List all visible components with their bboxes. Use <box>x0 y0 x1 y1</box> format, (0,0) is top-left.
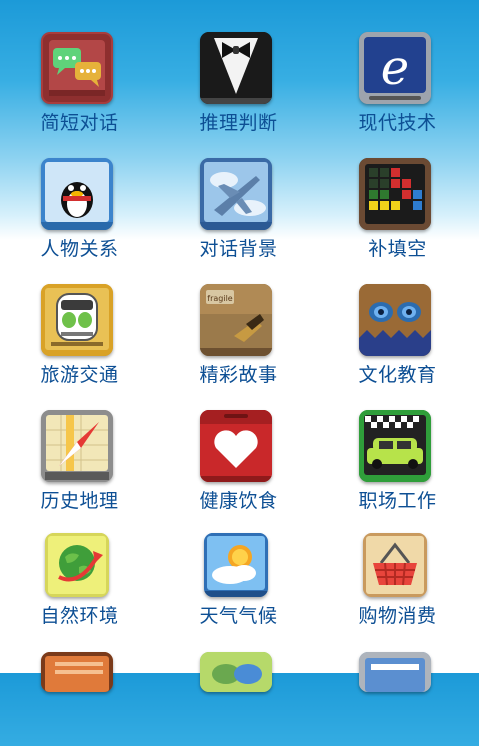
airplane-icon <box>200 158 272 230</box>
tile-culture-education[interactable]: 文化教育 <box>318 252 477 386</box>
internet-explorer-icon: e <box>359 32 431 104</box>
tile-fill-blanks[interactable]: 补填空 <box>318 126 477 260</box>
green-bubbles-icon <box>200 652 272 692</box>
notebook-icon <box>41 652 113 692</box>
globe-arrow-icon <box>45 533 109 597</box>
tuxedo-icon <box>200 32 272 104</box>
sun-cloud-icon <box>204 533 268 597</box>
storybox-icon: fragile <box>200 284 272 356</box>
tile-travel-transport[interactable]: 旅游交通 <box>0 252 159 386</box>
blue-window-icon <box>359 652 431 692</box>
compass-map-icon <box>41 410 113 482</box>
tile-partial-1[interactable] <box>0 620 159 746</box>
tile-relationships[interactable]: 人物关系 <box>0 126 159 260</box>
chat-bubbles-icon <box>41 32 113 104</box>
tile-workplace[interactable]: 职场工作 <box>318 378 477 512</box>
tile-brief-dialogue[interactable]: 简短对话 <box>0 0 159 134</box>
train-icon <box>41 284 113 356</box>
tile-healthy-diet[interactable]: 健康饮食 <box>159 378 318 512</box>
tile-shopping[interactable]: 购物消费 <box>318 505 477 631</box>
svg-text:e: e <box>381 40 409 96</box>
tile-reasoning[interactable]: 推理判断 <box>159 0 318 134</box>
taxi-icon <box>359 410 431 482</box>
tile-wonderful-stories[interactable]: fragile 精彩故事 <box>159 252 318 386</box>
owl-eyes-icon <box>359 284 431 356</box>
tile-nature-environment[interactable]: 自然环境 <box>0 505 159 631</box>
tile-weather-climate[interactable]: 天气气候 <box>159 505 318 631</box>
category-grid: 简短对话 推理判断 e 现代技术 人物关系 对话背景 补填空 旅游交通 frag… <box>0 0 479 692</box>
shopping-basket-icon <box>363 533 427 597</box>
heart-icon <box>200 410 272 482</box>
penguin-icon <box>41 158 113 230</box>
tetris-blocks-icon <box>359 158 431 230</box>
tile-partial-3[interactable] <box>318 620 477 746</box>
tile-dialogue-background[interactable]: 对话背景 <box>159 126 318 260</box>
svg-text:fragile: fragile <box>207 294 233 303</box>
tile-history-geography[interactable]: 历史地理 <box>0 378 159 512</box>
tile-modern-tech[interactable]: e 现代技术 <box>318 0 477 134</box>
tile-partial-2[interactable] <box>159 620 318 746</box>
